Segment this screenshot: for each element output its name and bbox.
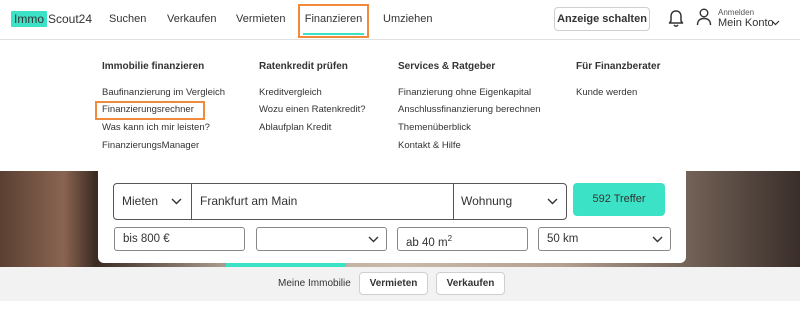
rooms-select[interactable] bbox=[256, 227, 387, 251]
chevron-down-icon[interactable] bbox=[771, 20, 780, 26]
radius-value: 50 km bbox=[547, 233, 579, 245]
chevron-down-icon[interactable] bbox=[171, 198, 182, 205]
bell-icon[interactable] bbox=[666, 9, 686, 29]
menu-link-anschlussfinanzierung[interactable]: Anschlussfinanzierung berechnen bbox=[398, 104, 541, 115]
menu-link-was-kann-ich-mir-leisten[interactable]: Was kann ich mir leisten? bbox=[102, 122, 210, 133]
vermieten-button[interactable]: Vermieten bbox=[359, 272, 428, 295]
location-input[interactable]: Frankfurt am Main bbox=[200, 184, 297, 219]
search-divider bbox=[191, 184, 192, 219]
top-header: Immo Scout24 Suchen Verkaufen Vermieten … bbox=[0, 0, 800, 40]
meine-immobilie-label: Meine Immobilie bbox=[278, 278, 351, 289]
price-input[interactable]: bis 800 € bbox=[114, 227, 245, 251]
menu-link-kunde-werden[interactable]: Kunde werden bbox=[576, 87, 637, 98]
account-mein-konto[interactable]: Mein Konto bbox=[718, 17, 774, 29]
logo-text: Scout24 bbox=[48, 12, 93, 26]
nav-vermieten[interactable]: Vermieten bbox=[236, 0, 286, 38]
area-input[interactable]: ab 40 m2 bbox=[397, 227, 528, 251]
finanzierungsrechner-highlight bbox=[95, 101, 205, 120]
menu-link-finanzierungsmanager[interactable]: FinanzierungsManager bbox=[102, 140, 199, 151]
nav-umziehen[interactable]: Umziehen bbox=[383, 0, 433, 38]
results-button[interactable]: 592 Treffer bbox=[573, 183, 665, 216]
menu-heading-ratenkredit: Ratenkredit prüfen bbox=[259, 61, 348, 72]
immoscout-logo[interactable]: Immo Scout24 bbox=[11, 11, 92, 27]
nav-suchen[interactable]: Suchen bbox=[109, 0, 146, 38]
verkaufen-button[interactable]: Verkaufen bbox=[436, 272, 505, 295]
nav-verkaufen[interactable]: Verkaufen bbox=[167, 0, 217, 38]
chevron-down-icon bbox=[652, 236, 663, 243]
search-card: Mieten Frankfurt am Main Wohnung 592 Tre… bbox=[98, 171, 686, 263]
radius-select[interactable]: 50 km bbox=[538, 227, 671, 251]
nav-active-underline bbox=[303, 33, 364, 35]
menu-link-wozu-ratenkredit[interactable]: Wozu einen Ratenkredit? bbox=[259, 104, 366, 115]
anzeige-schalten-button[interactable]: Anzeige schalten bbox=[554, 7, 650, 31]
account-anmelden-label[interactable]: Anmelden bbox=[718, 8, 754, 17]
menu-heading-immobilie-finanzieren: Immobilie finanzieren bbox=[102, 61, 205, 72]
menu-link-themenueberblick[interactable]: Themenüberblick bbox=[398, 122, 471, 133]
search-divider bbox=[453, 184, 454, 219]
menu-link-ohne-eigenkapital[interactable]: Finanzierung ohne Eigenkapital bbox=[398, 87, 531, 98]
meine-immobilie-bar: Meine Immobilie Vermieten Verkaufen bbox=[0, 267, 800, 301]
price-value: bis 800 € bbox=[123, 233, 170, 245]
area-unit: 2 bbox=[447, 234, 453, 243]
chevron-down-icon bbox=[368, 236, 379, 243]
menu-link-baufinanzierung[interactable]: Baufinanzierung im Vergleich bbox=[102, 87, 225, 98]
nav-finanzieren-label: Finanzieren bbox=[304, 13, 363, 25]
search-bar: Mieten Frankfurt am Main Wohnung bbox=[113, 183, 567, 220]
chevron-down-icon[interactable] bbox=[547, 198, 558, 205]
area-value: ab 40 m bbox=[406, 236, 448, 249]
menu-link-ablaufplan-kredit[interactable]: Ablaufplan Kredit bbox=[259, 122, 331, 133]
menu-link-kontakt-hilfe[interactable]: Kontakt & Hilfe bbox=[398, 140, 461, 151]
property-type-select[interactable]: Wohnung bbox=[461, 184, 512, 219]
menu-heading-services-ratgeber: Services & Ratgeber bbox=[398, 61, 496, 72]
menu-heading-finanzberater: Für Finanzberater bbox=[576, 61, 661, 72]
logo-box: Immo bbox=[11, 11, 47, 27]
person-icon[interactable] bbox=[696, 8, 712, 26]
search-type-select[interactable]: Mieten bbox=[122, 184, 158, 219]
menu-link-kreditvergleich[interactable]: Kreditvergleich bbox=[259, 87, 322, 98]
